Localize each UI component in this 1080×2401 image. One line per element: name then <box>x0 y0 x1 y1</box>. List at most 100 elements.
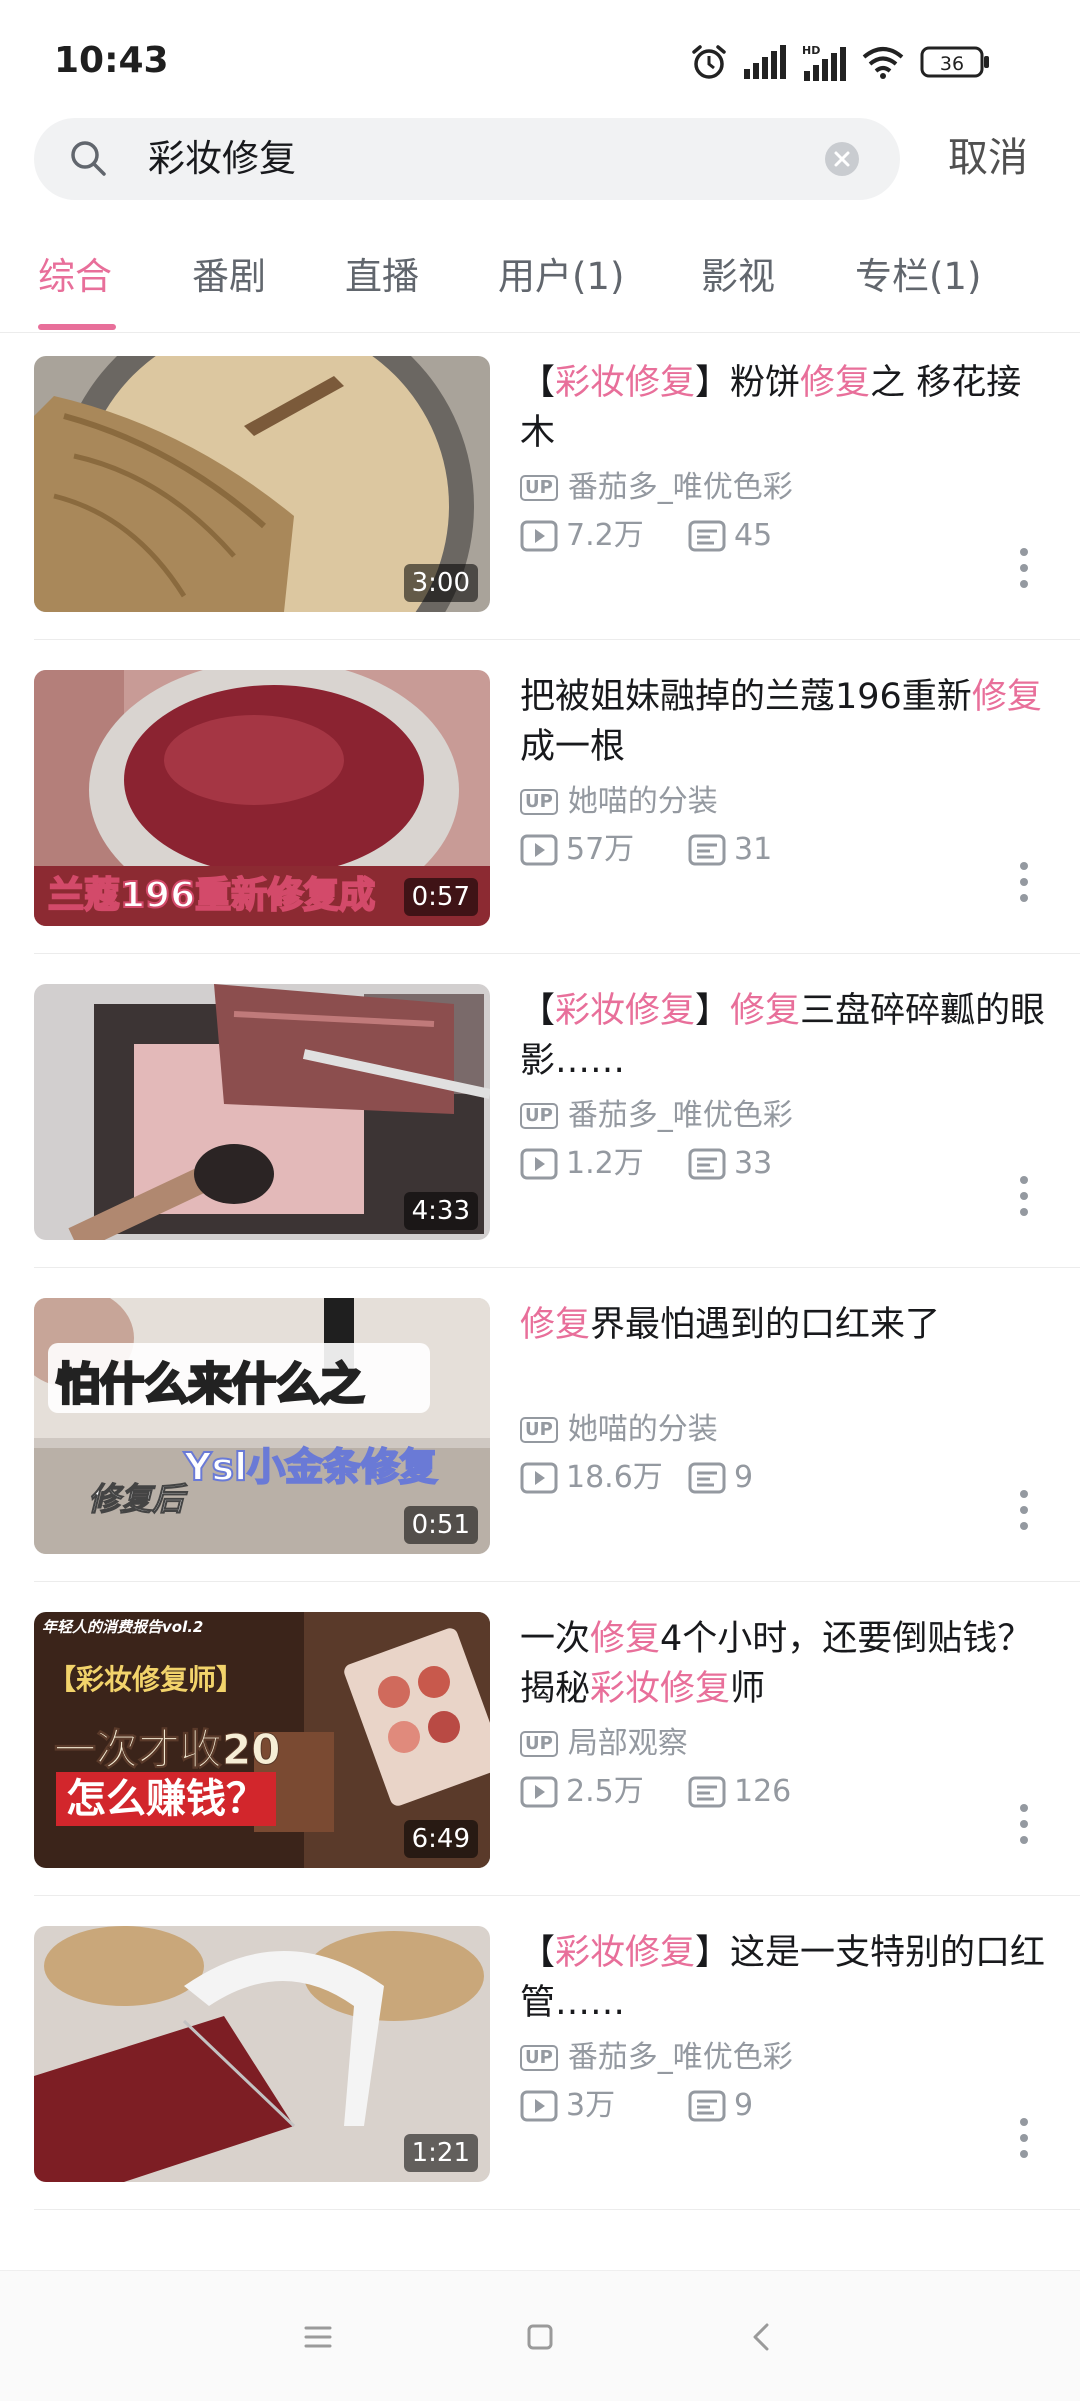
stats-line: 7.2万 45 <box>520 516 772 556</box>
view-count: 7.2万 <box>566 518 644 553</box>
tab-all[interactable]: 综合 <box>38 252 112 302</box>
tab-movies[interactable]: 影视 <box>701 252 775 302</box>
uploader-name: 她喵的分装 <box>567 784 718 819</box>
video-title[interactable]: 【彩妆修复】这是一支特别的口红管…… <box>520 1928 1050 2028</box>
view-count: 18.6万 <box>566 1460 663 1495</box>
video-thumbnail[interactable]: 4:33 <box>34 984 490 1240</box>
title-text: 】粉饼 <box>695 363 801 403</box>
signal-icon <box>744 45 786 79</box>
video-result[interactable]: 年轻人的消费报告vol.2 【彩妆修复师】 一次才收20 怎么赚钱？ 6:49 … <box>0 1582 1080 1896</box>
home-icon[interactable] <box>518 2315 562 2359</box>
uploader-name: 局部观察 <box>567 1726 688 1761</box>
title-text: 把被姐妹融掉的兰蔻196重新 <box>520 677 972 717</box>
status-time: 10:43 <box>54 40 169 81</box>
video-result[interactable]: 4:33 【彩妆修复】修复三盘碎碎瓤的眼影…… UP 番茄多_唯优色彩 1.2万… <box>0 954 1080 1268</box>
stats-line: 57万 31 <box>520 830 772 870</box>
alarm-icon <box>692 45 726 79</box>
more-options-icon[interactable] <box>1018 1490 1030 1538</box>
video-result[interactable]: 怕什么来什么之 Ysl小金条修复 修复后 0:51 修复界最怕遇到的口红来了 U… <box>0 1268 1080 1582</box>
stats-line: 3万 9 <box>520 2086 753 2126</box>
title-keyword-highlight: 修复 <box>730 991 801 1031</box>
title-keyword-highlight: 修复 <box>971 677 1042 717</box>
uploader-line[interactable]: UP 她喵的分装 <box>520 782 718 822</box>
thumbnail-caption-4: 怎么赚钱？ <box>56 1772 276 1826</box>
result-tabs: 综合 番剧 直播 用户(1) 影视 专栏(1) <box>0 232 1080 333</box>
title-text: 【 <box>520 991 556 1031</box>
video-thumbnail[interactable]: 3:00 <box>34 356 490 612</box>
cancel-button[interactable]: 取消 <box>948 128 1028 188</box>
uploader-line[interactable]: UP 她喵的分装 <box>520 1410 718 1450</box>
title-text: 【 <box>520 1933 556 1973</box>
video-duration: 4:33 <box>403 1192 478 1230</box>
hd-label: HD <box>802 44 820 57</box>
back-icon[interactable] <box>740 2315 784 2359</box>
uploader-line[interactable]: UP 番茄多_唯优色彩 <box>520 468 793 508</box>
comment-count: 45 <box>734 518 773 553</box>
video-title[interactable]: 一次修复4个小时，还要倒贴钱？揭秘彩妆修复师 <box>520 1614 1050 1714</box>
video-thumbnail[interactable]: 1:21 <box>34 1926 490 2182</box>
more-options-icon[interactable] <box>1018 1176 1030 1224</box>
video-result[interactable]: 兰蔻196重新修复成 0:57 把被姐妹融掉的兰蔻196重新修复成一根 UP 她… <box>0 640 1080 954</box>
up-badge-icon: UP <box>520 1103 558 1129</box>
title-text: 成一根 <box>520 727 626 767</box>
view-count: 57万 <box>566 832 635 867</box>
video-thumbnail[interactable]: 年轻人的消费报告vol.2 【彩妆修复师】 一次才收20 怎么赚钱？ 6:49 <box>34 1612 490 1868</box>
thumbnail-caption: 怕什么来什么之 <box>55 1358 366 1412</box>
video-title[interactable]: 把被姐妹融掉的兰蔻196重新修复成一根 <box>520 672 1050 772</box>
play-count-icon <box>520 1462 558 1494</box>
play-count-icon <box>520 2090 558 2122</box>
system-nav-bar <box>0 2270 1080 2401</box>
more-options-icon[interactable] <box>1018 1804 1030 1852</box>
video-title[interactable]: 修复界最怕遇到的口红来了 <box>520 1300 1050 1350</box>
play-count-icon <box>520 834 558 866</box>
video-title[interactable]: 【彩妆修复】修复三盘碎碎瓤的眼影…… <box>520 986 1050 1086</box>
video-duration: 6:49 <box>403 1820 478 1858</box>
title-keyword-highlight: 修复 <box>590 1619 661 1659</box>
more-options-icon[interactable] <box>1018 548 1030 596</box>
more-options-icon[interactable] <box>1018 862 1030 910</box>
danmaku-count-icon <box>688 2090 726 2122</box>
danmaku-count-icon <box>688 1462 726 1494</box>
more-options-icon[interactable] <box>1018 2118 1030 2166</box>
uploader-name: 番茄多_唯优色彩 <box>567 2040 793 2075</box>
uploader-line[interactable]: UP 番茄多_唯优色彩 <box>520 1096 793 1136</box>
video-title[interactable]: 【彩妆修复】粉饼修复之 移花接木 <box>520 358 1050 458</box>
video-thumbnail[interactable]: 兰蔻196重新修复成 0:57 <box>34 670 490 926</box>
danmaku-count-icon <box>688 1148 726 1180</box>
search-bar[interactable]: 彩妆修复 <box>34 118 900 200</box>
title-keyword-highlight: 彩妆修复 <box>555 1933 696 1973</box>
video-result[interactable]: 3:00 【彩妆修复】粉饼修复之 移花接木 UP 番茄多_唯优色彩 7.2万 4… <box>0 326 1080 640</box>
tab-users[interactable]: 用户(1) <box>498 252 624 302</box>
menu-icon[interactable] <box>296 2315 340 2359</box>
up-badge-icon: UP <box>520 1731 558 1757</box>
title-text: 【 <box>520 363 556 403</box>
video-duration: 1:21 <box>403 2134 478 2172</box>
tab-live[interactable]: 直播 <box>345 252 419 302</box>
thumbnail-caption-3: 修复后 <box>87 1480 185 1519</box>
hd-signal-icon: HD <box>802 44 846 81</box>
view-count: 3万 <box>566 2088 616 2123</box>
up-badge-icon: UP <box>520 2045 558 2071</box>
thumbnail-caption-3: 一次才收20 <box>53 1725 281 1775</box>
view-count: 2.5万 <box>566 1774 644 1809</box>
comment-count: 9 <box>734 1460 754 1495</box>
title-text: 界最怕遇到的口红来了 <box>590 1305 941 1345</box>
danmaku-count-icon <box>688 1776 726 1808</box>
video-result[interactable]: 1:21 【彩妆修复】这是一支特别的口红管…… UP 番茄多_唯优色彩 3万 9 <box>0 1896 1080 2210</box>
video-thumbnail[interactable]: 怕什么来什么之 Ysl小金条修复 修复后 0:51 <box>34 1298 490 1554</box>
search-input[interactable]: 彩妆修复 <box>148 134 296 184</box>
title-text: 一次 <box>520 1619 591 1659</box>
title-keyword-highlight: 彩妆修复 <box>555 363 696 403</box>
thumbnail-caption-2: Ysl小金条修复 <box>183 1444 438 1490</box>
thumbnail-caption: 年轻人的消费报告vol.2 <box>42 1618 204 1636</box>
up-badge-icon: UP <box>520 789 558 815</box>
uploader-line[interactable]: UP 番茄多_唯优色彩 <box>520 2038 793 2078</box>
wifi-icon <box>862 47 904 79</box>
uploader-name: 番茄多_唯优色彩 <box>567 1098 793 1133</box>
clear-icon[interactable] <box>824 141 860 177</box>
uploader-line[interactable]: UP 局部观察 <box>520 1724 688 1764</box>
title-text: 】 <box>695 991 731 1031</box>
danmaku-count-icon <box>688 834 726 866</box>
tab-bangumi[interactable]: 番剧 <box>192 252 266 302</box>
tab-articles[interactable]: 专栏(1) <box>855 252 981 302</box>
